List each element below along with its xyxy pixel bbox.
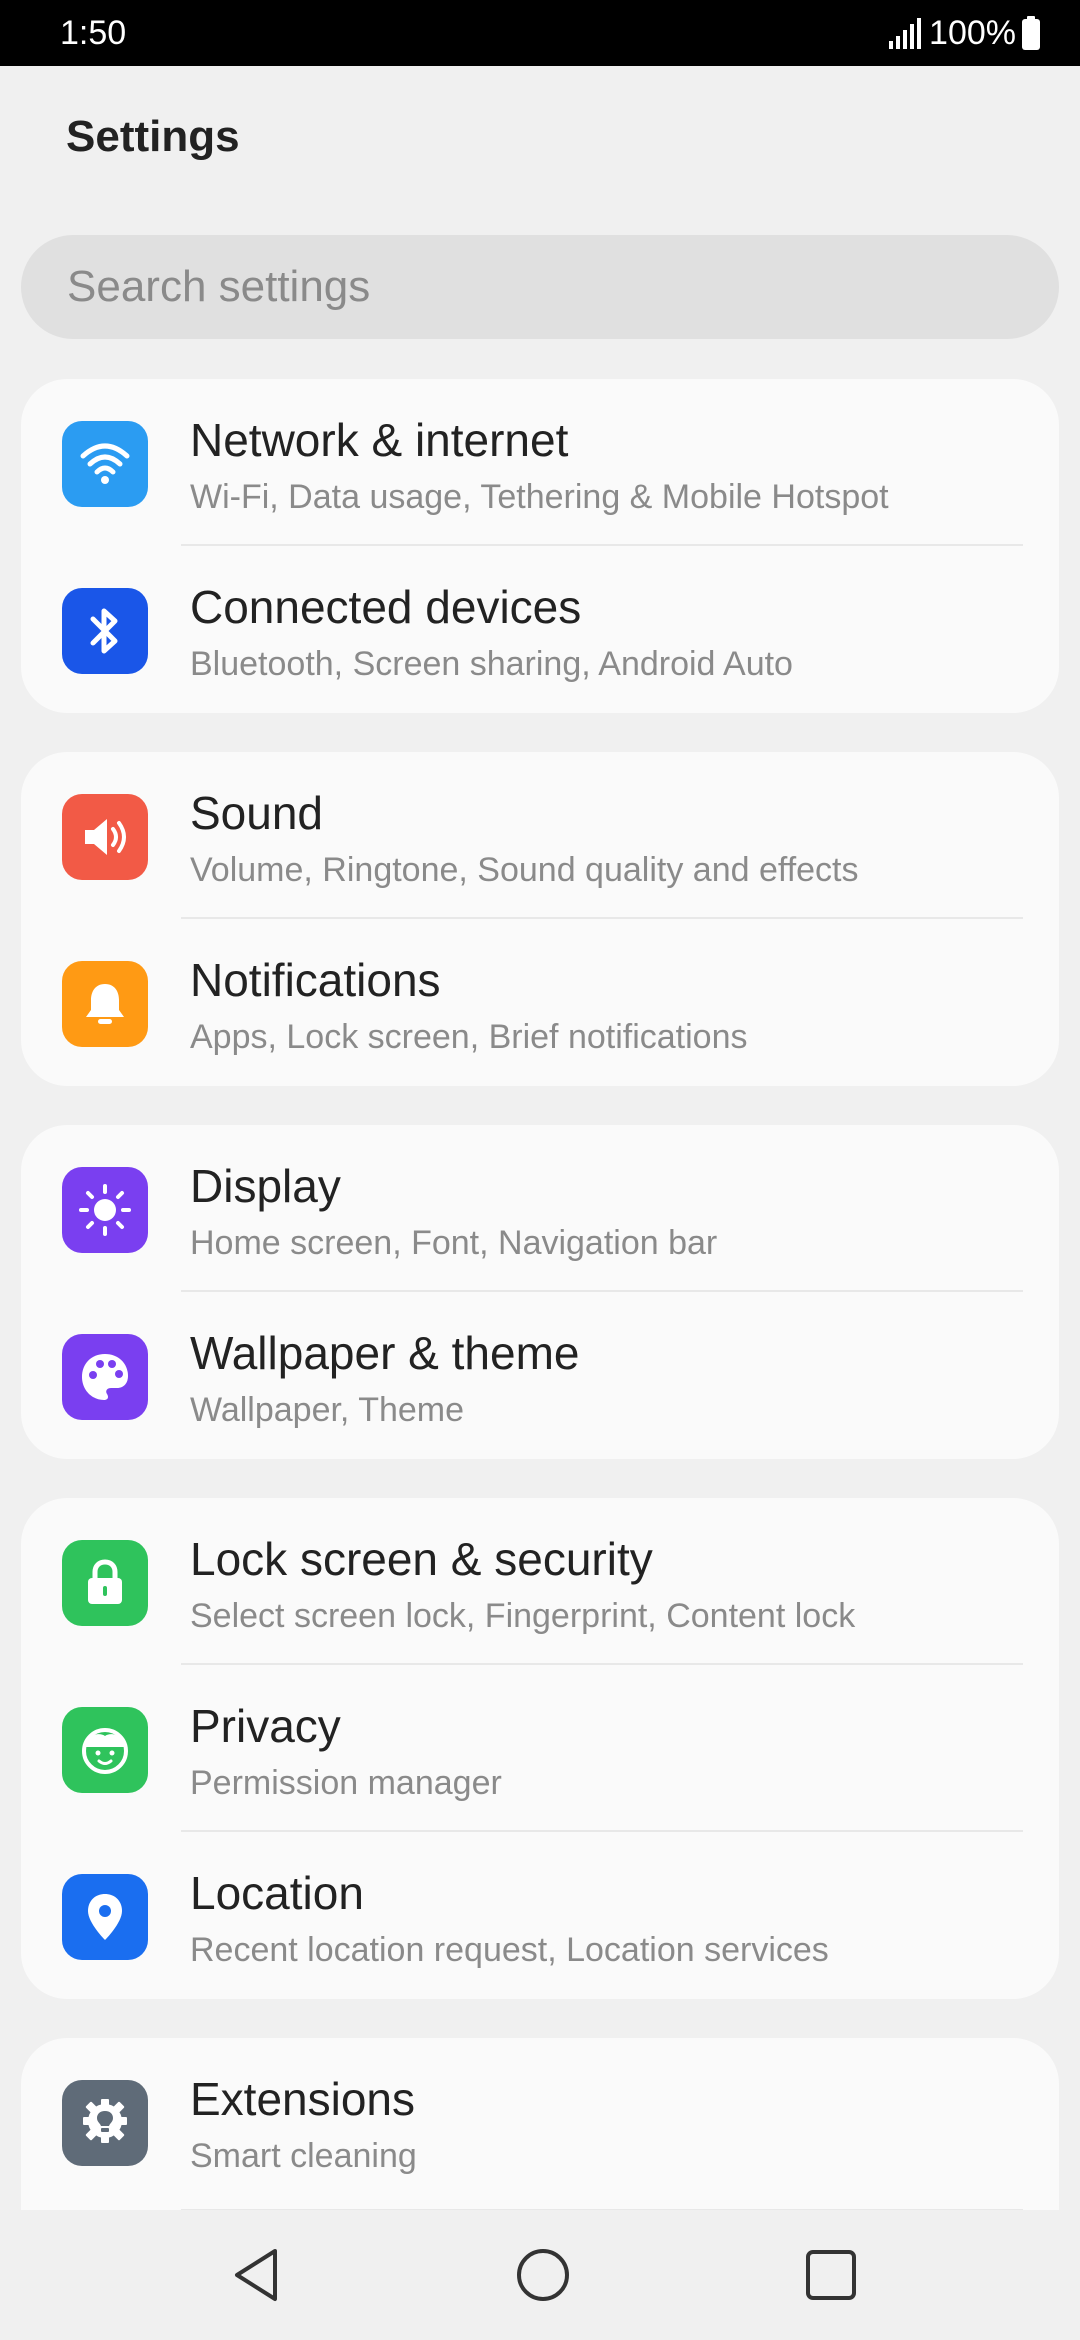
settings-item-network[interactable]: Network & internet Wi-Fi, Data usage, Te…	[21, 379, 1059, 546]
settings-card-display: Display Home screen, Font, Navigation ba…	[21, 1125, 1059, 1459]
item-title: Notifications	[190, 954, 441, 1006]
settings-item-notifications[interactable]: Notifications Apps, Lock screen, Brief n…	[21, 919, 1059, 1086]
palette-icon	[62, 1334, 148, 1420]
settings-card-security: Lock screen & security Select screen loc…	[21, 1498, 1059, 1999]
settings-item-sound[interactable]: Sound Volume, Ringtone, Sound quality an…	[21, 752, 1059, 919]
item-subtitle: Volume, Ringtone, Sound quality and effe…	[190, 850, 859, 889]
settings-card-extensions: Extensions Smart cleaning	[21, 2038, 1059, 2213]
item-title: Wallpaper & theme	[190, 1327, 580, 1379]
lightbulb-gear-icon	[62, 2080, 148, 2166]
search-placeholder: Search settings	[67, 262, 371, 311]
recents-square-icon	[806, 2250, 856, 2300]
home-button[interactable]	[498, 2230, 588, 2320]
item-subtitle: Select screen lock, Fingerprint, Content…	[190, 1596, 856, 1635]
search-input[interactable]: Search settings	[21, 235, 1059, 339]
lock-icon	[62, 1540, 148, 1626]
face-icon	[62, 1707, 148, 1793]
settings-item-display[interactable]: Display Home screen, Font, Navigation ba…	[21, 1125, 1059, 1292]
item-title: Connected devices	[190, 581, 582, 633]
status-indicators: 100%	[887, 14, 1040, 53]
item-title: Location	[190, 1867, 364, 1919]
item-title: Privacy	[190, 1700, 341, 1752]
settings-card-sound: Sound Volume, Ringtone, Sound quality an…	[21, 752, 1059, 1086]
bluetooth-icon	[62, 588, 148, 674]
battery-percent: 100%	[929, 13, 1016, 52]
item-title: Lock screen & security	[190, 1533, 653, 1585]
item-subtitle: Apps, Lock screen, Brief notifications	[190, 1017, 748, 1056]
settings-item-extensions[interactable]: Extensions Smart cleaning	[21, 2038, 1059, 2211]
settings-item-privacy[interactable]: Privacy Permission manager	[21, 1665, 1059, 1832]
wifi-icon	[62, 421, 148, 507]
page-title: Settings	[66, 112, 240, 161]
settings-card-connectivity: Network & internet Wi-Fi, Data usage, Te…	[21, 379, 1059, 713]
item-subtitle: Smart cleaning	[190, 2136, 417, 2175]
signal-icon	[889, 18, 922, 49]
sun-icon	[62, 1167, 148, 1253]
status-bar: 1:50 100%	[0, 0, 1080, 66]
settings-item-wallpaper[interactable]: Wallpaper & theme Wallpaper, Theme	[21, 1292, 1059, 1459]
item-subtitle: Recent location request, Location servic…	[190, 1930, 829, 1969]
settings-item-connected-devices[interactable]: Connected devices Bluetooth, Screen shar…	[21, 546, 1059, 713]
bell-icon	[62, 961, 148, 1047]
item-title: Network & internet	[190, 414, 569, 466]
item-subtitle: Home screen, Font, Navigation bar	[190, 1223, 718, 1262]
location-pin-icon	[62, 1874, 148, 1960]
item-title: Sound	[190, 787, 324, 839]
home-circle-icon	[517, 2249, 569, 2301]
navigation-bar	[0, 2210, 1080, 2340]
speaker-icon	[62, 794, 148, 880]
status-time: 1:50	[60, 13, 127, 52]
battery-icon	[1022, 16, 1040, 50]
back-button[interactable]	[212, 2230, 302, 2320]
recents-button[interactable]	[786, 2230, 876, 2320]
item-subtitle: Wi-Fi, Data usage, Tethering & Mobile Ho…	[190, 477, 889, 516]
item-title: Extensions	[190, 2073, 416, 2125]
settings-item-lock-screen[interactable]: Lock screen & security Select screen loc…	[21, 1498, 1059, 1665]
settings-item-location[interactable]: Location Recent location request, Locati…	[21, 1832, 1059, 1999]
item-subtitle: Bluetooth, Screen sharing, Android Auto	[190, 644, 793, 683]
back-triangle-icon	[235, 2249, 277, 2301]
item-title: Display	[190, 1160, 341, 1212]
item-subtitle: Wallpaper, Theme	[190, 1390, 465, 1429]
item-subtitle: Permission manager	[190, 1763, 502, 1802]
